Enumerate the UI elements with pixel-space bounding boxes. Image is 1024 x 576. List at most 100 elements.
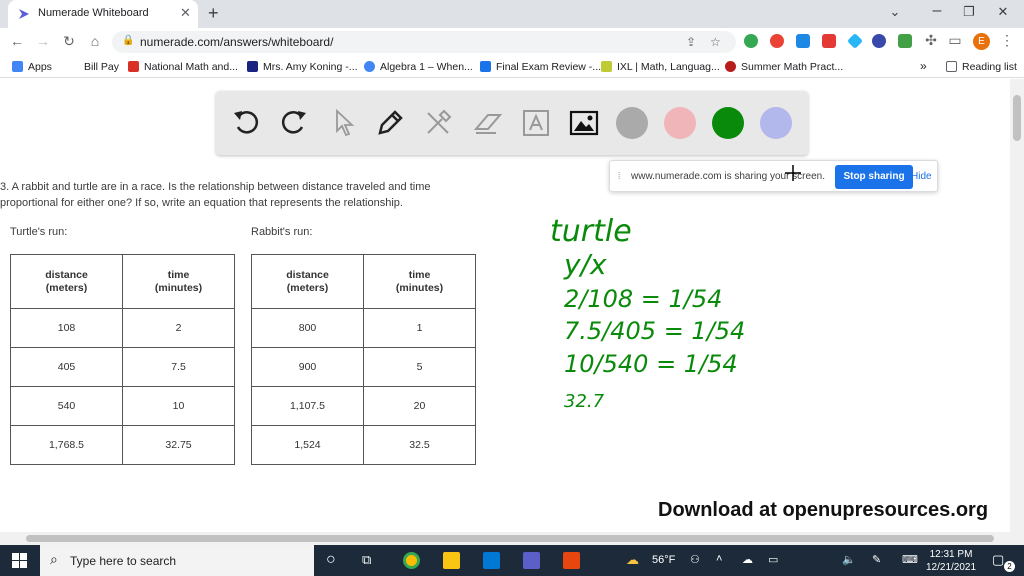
restore-button[interactable]: ❐ (954, 4, 984, 20)
bookmark-algebra-1[interactable]: Algebra 1 – When... (364, 61, 473, 73)
time-cell: 5 (363, 347, 476, 387)
forward-icon[interactable]: → (34, 33, 52, 49)
chrome-taskbar-icon[interactable] (403, 552, 420, 569)
bookmark-bill-pay[interactable]: Bill Pay (84, 61, 119, 73)
extension-k-icon[interactable] (872, 34, 886, 48)
network-icon[interactable]: ▭ (768, 553, 778, 566)
extension-diamond-icon[interactable] (847, 33, 863, 49)
reload-icon[interactable]: ↻ (60, 33, 78, 50)
weather-icon[interactable]: ☁ (626, 552, 639, 568)
distance-cell: 108 (10, 308, 123, 348)
windows-start-icon[interactable] (12, 553, 27, 568)
turtle-table-label: Turtle's run: (10, 226, 68, 238)
file-explorer-icon[interactable] (443, 552, 460, 569)
table-header-row: distance (meters) time (minutes) (10, 254, 235, 309)
table-row: 405 7.5 (10, 347, 235, 387)
bookmark-summer-math[interactable]: Summer Math Pract... (725, 61, 843, 73)
teams-icon[interactable] (523, 552, 540, 569)
handwriting-line: 10/540 = 1/54 (564, 350, 738, 378)
ixl-icon (601, 61, 612, 72)
color-swatch-pink[interactable] (664, 107, 696, 139)
select-arrow-icon[interactable] (328, 107, 360, 139)
close-window-button[interactable]: ✕ (988, 4, 1018, 20)
tab-search-icon[interactable]: ⌄ (880, 4, 910, 20)
scroll-thumb[interactable] (26, 535, 994, 542)
color-swatch-green[interactable] (712, 107, 744, 139)
distance-header: distance (meters) (10, 254, 123, 309)
tray-chevron-icon[interactable]: ˄ (716, 553, 722, 565)
extensions-puzzle-icon[interactable]: ✣ (922, 32, 940, 49)
minimize-button[interactable]: – (922, 2, 952, 20)
summer-math-icon (725, 61, 736, 72)
color-swatch-gray[interactable] (616, 107, 648, 139)
vertical-scrollbar[interactable] (1010, 79, 1024, 532)
time-cell: 32.75 (122, 425, 235, 465)
color-swatch-lavender[interactable] (760, 107, 792, 139)
undo-icon[interactable] (230, 107, 262, 139)
menu-kebab-icon[interactable]: ⋮ (998, 32, 1016, 49)
home-icon[interactable]: ⌂ (86, 33, 104, 49)
volume-icon[interactable]: 🔈 (842, 553, 856, 566)
notifications-icon[interactable]: ▢ (992, 552, 1004, 568)
lock-icon[interactable]: 🔒 (122, 35, 134, 46)
redo-icon[interactable] (278, 107, 310, 139)
bookmark-national-math[interactable]: National Math and... (128, 61, 238, 73)
store-icon[interactable] (483, 552, 500, 569)
scroll-thumb[interactable] (1013, 95, 1021, 141)
cortana-icon[interactable]: ○ (326, 551, 336, 569)
reading-list-icon (946, 61, 957, 72)
extension-green-icon[interactable] (898, 34, 912, 48)
reading-list-button[interactable]: Reading list (946, 61, 1017, 73)
distance-cell: 900 (251, 347, 364, 387)
distance-header: distance (meters) (251, 254, 364, 309)
bookmark-amy-koning[interactable]: Mrs. Amy Koning -... (247, 61, 358, 73)
task-view-icon[interactable]: ⧉ (362, 552, 371, 568)
new-tab-button[interactable]: + (208, 3, 219, 24)
time-cell: 7.5 (122, 347, 235, 387)
hide-button[interactable]: Hide (911, 171, 932, 182)
table-row: 900 5 (251, 347, 476, 387)
browser-tab[interactable]: Numerade Whiteboard ✕ (8, 0, 198, 28)
tools-icon[interactable] (422, 107, 454, 139)
tab-close-icon[interactable]: ✕ (180, 5, 191, 21)
problem-statement: 3. A rabbit and turtle are in a race. Is… (0, 181, 431, 209)
taskbar-search-box[interactable]: ⌕ Type here to search (40, 545, 314, 576)
clock[interactable]: 12:31 PM 12/21/2021 (926, 548, 976, 574)
whiteboard-page[interactable]: ⦙ www.numerade.com is sharing your scree… (0, 79, 1010, 532)
keyboard-icon[interactable]: ⌨ (902, 553, 918, 566)
share-icon[interactable]: ⇪ (686, 35, 696, 49)
rabbit-table: distance (meters) time (minutes) 800 1 900 5 1… (251, 254, 476, 465)
people-icon[interactable]: ⚇ (690, 553, 700, 566)
eraser-icon[interactable] (472, 107, 504, 139)
extension-screen-icon[interactable] (796, 34, 810, 48)
extension-plus-icon[interactable] (744, 34, 758, 48)
pen-icon[interactable] (374, 107, 406, 139)
app-icon[interactable] (563, 552, 580, 569)
profile-avatar[interactable]: E (973, 33, 990, 50)
back-icon[interactable]: ← (8, 33, 26, 49)
notification-count-badge: 2 (1004, 561, 1015, 572)
horizontal-scrollbar[interactable] (0, 532, 1024, 545)
drag-handle-icon[interactable]: ⦙ (618, 171, 620, 182)
time-header: time (minutes) (363, 254, 476, 309)
image-icon[interactable] (568, 107, 600, 139)
cast-icon[interactable]: ▭ (946, 32, 964, 49)
bookmark-apps[interactable]: Apps (12, 61, 52, 73)
table-row: 800 1 (251, 308, 476, 348)
pen-workspace-icon[interactable]: ✎ (872, 553, 881, 566)
table-row: 540 10 (10, 386, 235, 426)
bookmark-final-exam-review[interactable]: Final Exam Review -... (480, 61, 601, 73)
bookmark-star-icon[interactable]: ☆ (710, 35, 721, 49)
extension-red-icon[interactable] (770, 34, 784, 48)
stop-sharing-button[interactable]: Stop sharing (835, 165, 913, 189)
onedrive-icon[interactable]: ☁ (742, 553, 753, 566)
search-icon: ⌕ (50, 551, 58, 567)
weather-temp[interactable]: 56°F (652, 554, 675, 566)
url-text[interactable]: numerade.com/answers/whiteboard/ (140, 35, 333, 49)
text-icon[interactable] (520, 107, 552, 139)
handwriting-line: y/x (563, 248, 607, 281)
extension-bookmark-icon[interactable] (822, 34, 836, 48)
bookmark-ixl[interactable]: IXL | Math, Languag... (601, 61, 720, 73)
bookmarks-more-icon[interactable]: » (920, 59, 927, 73)
address-bar[interactable]: 🔒 numerade.com/answers/whiteboard/ ⇪ ☆ (112, 31, 736, 53)
